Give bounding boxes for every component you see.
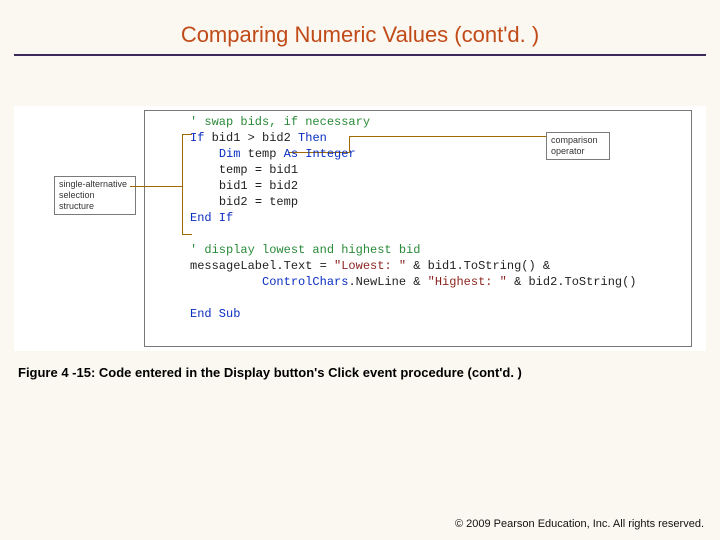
figure-panel: single-alternative selection structure c… xyxy=(14,106,706,351)
footer-copyright: © 2009 Pearson Education, Inc. All right… xyxy=(455,518,704,530)
slide-title: Comparing Numeric Values (cont'd. ) xyxy=(14,22,706,48)
slide-body: Comparing Numeric Values (cont'd. ) sing… xyxy=(0,0,720,540)
kw-then: Then xyxy=(298,131,327,145)
callout-selection-structure: single-alternative selection structure xyxy=(54,176,136,215)
code-comment: ' display lowest and highest bid xyxy=(190,243,420,257)
code-listing: ' swap bids, if necessary If bid1 > bid2… xyxy=(190,114,637,322)
kw-as: As xyxy=(284,147,298,161)
title-underline xyxy=(14,54,706,56)
kw-dim: Dim xyxy=(219,147,241,161)
code-comment: ' swap bids, if necessary xyxy=(190,115,370,129)
kw-endsub: End Sub xyxy=(190,307,240,321)
kw-endif: End If xyxy=(190,211,233,225)
kw-if: If xyxy=(190,131,204,145)
connector xyxy=(130,186,182,187)
copyright-symbol: © xyxy=(455,518,463,530)
figure-caption: Figure 4 -15: Code entered in the Displa… xyxy=(18,365,706,380)
connector xyxy=(182,134,183,234)
